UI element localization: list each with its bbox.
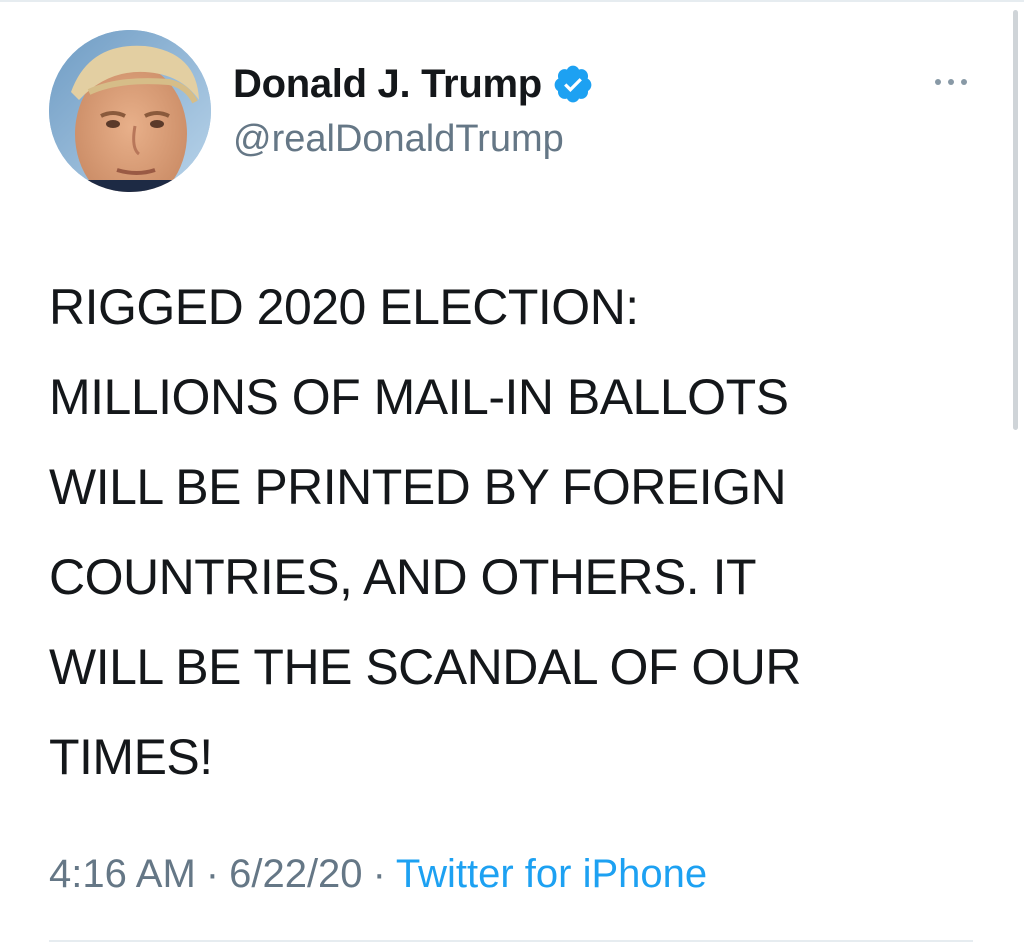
top-divider — [0, 0, 1024, 2]
meta-separator: · — [372, 852, 386, 896]
tweet-time[interactable]: 4:16 AM — [49, 852, 196, 897]
tweet-text-line: MILLIONS OF MAIL-IN BALLOTS — [49, 369, 789, 425]
author-name-row[interactable]: Donald J. Trump — [233, 58, 594, 110]
more-horizontal-icon — [961, 79, 967, 85]
more-horizontal-icon — [948, 79, 954, 85]
avatar[interactable] — [49, 30, 211, 192]
tweet-source-link[interactable]: Twitter for iPhone — [396, 852, 707, 897]
tweet-text-line: TIMES! — [49, 729, 213, 785]
display-name[interactable]: Donald J. Trump — [233, 62, 542, 107]
bottom-divider — [49, 940, 973, 942]
scrollbar[interactable] — [1013, 10, 1018, 430]
tweet-text-line: COUNTRIES, AND OTHERS. IT — [49, 549, 757, 605]
more-horizontal-icon — [935, 79, 941, 85]
tweet-date[interactable]: 6/22/20 — [229, 852, 362, 897]
tweet-text: RIGGED 2020 ELECTION: MILLIONS OF MAIL-I… — [49, 262, 989, 802]
tweet-text-line: WILL BE THE SCANDAL OF OUR — [49, 639, 801, 695]
handle[interactable]: @realDonaldTrump — [233, 118, 564, 161]
tweet-text-line: WILL BE PRINTED BY FOREIGN — [49, 459, 787, 515]
meta-separator: · — [205, 852, 220, 896]
tweet-meta: 4:16 AM · 6/22/20 · Twitter for iPhone — [49, 852, 707, 897]
more-options-button[interactable] — [925, 64, 977, 100]
tweet-text-line: RIGGED 2020 ELECTION: — [49, 279, 639, 335]
verified-badge-icon — [552, 63, 594, 105]
tweet-detail-page: Donald J. Trump @realDonaldTrump RIGGED … — [0, 0, 1024, 945]
